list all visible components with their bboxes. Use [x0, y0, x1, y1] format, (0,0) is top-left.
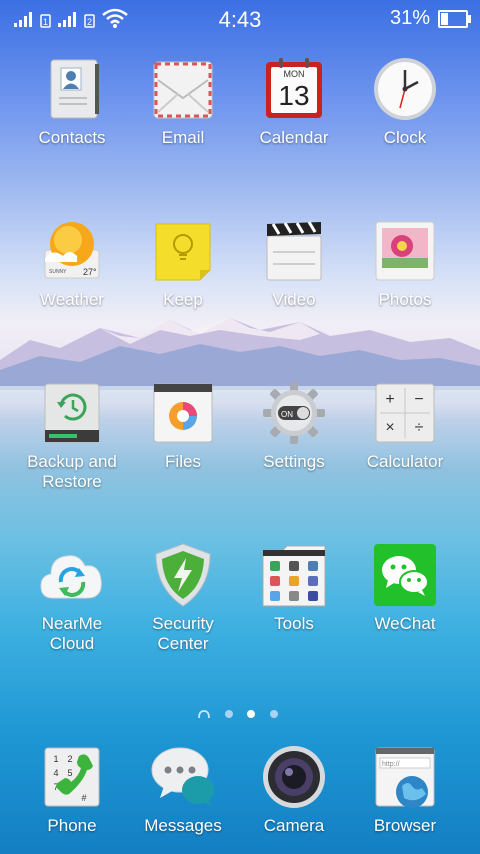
page-dot	[225, 710, 233, 718]
app-label: Security Center	[152, 614, 214, 653]
app-label: Weather	[40, 290, 104, 309]
calc-key-multiply: ×	[385, 419, 394, 436]
app-label: Settings	[263, 452, 325, 471]
weather-condition: SUNNY	[49, 269, 67, 275]
app-backup-restore[interactable]: Backup and Restore	[17, 380, 127, 492]
app-label: NearMe Cloud	[41, 614, 103, 653]
app-clock[interactable]: Clock	[350, 56, 460, 148]
calendar-day-name: MON	[284, 69, 305, 79]
status-bar: 1 2 4:43 31%	[0, 0, 480, 36]
phone-key: 2	[67, 754, 72, 764]
app-settings[interactable]: ON Settings	[239, 380, 349, 472]
app-video[interactable]: Video	[239, 218, 349, 310]
app-label: Photos	[378, 290, 432, 309]
camera-icon	[261, 744, 327, 810]
calendar-icon: MON 13	[261, 56, 327, 122]
security-icon	[150, 542, 216, 608]
app-label: Video	[272, 290, 316, 309]
calc-key-plus: +	[385, 391, 394, 408]
weather-temp: 27°	[83, 267, 97, 277]
phone-key: 5	[67, 768, 72, 778]
calc-key-divide: ÷	[415, 419, 424, 436]
tools-icon	[261, 542, 327, 608]
home-page-indicator-icon	[198, 710, 210, 719]
app-tools[interactable]: Tools	[239, 542, 349, 634]
app-label: WeChat	[374, 614, 436, 633]
phone-icon: 1 2 4 5 7 8 #	[39, 744, 105, 810]
app-nearme-cloud[interactable]: NearMe Cloud	[17, 542, 127, 654]
app-label: Contacts	[38, 128, 106, 147]
app-wechat[interactable]: WeChat	[350, 542, 460, 634]
app-label: Keep	[163, 290, 203, 309]
page-indicator[interactable]	[0, 706, 480, 722]
home-screen: 1 2 4:43 31% Contacts Email MON 13 Calen…	[0, 0, 480, 854]
calc-key-minus: −	[414, 391, 423, 408]
cloud-icon	[39, 542, 105, 608]
app-email[interactable]: Email	[128, 56, 238, 148]
settings-toggle-text: ON	[281, 410, 293, 419]
app-label: Clock	[383, 128, 427, 147]
calendar-day-number: 13	[278, 80, 309, 111]
app-keep[interactable]: Keep	[128, 218, 238, 310]
app-security-center[interactable]: Security Center	[128, 542, 238, 654]
phone-key: 4	[53, 768, 58, 778]
app-label: Files	[165, 452, 201, 471]
app-calendar[interactable]: MON 13 Calendar	[239, 56, 349, 148]
video-icon	[261, 218, 327, 284]
battery-percent: 31%	[389, 7, 430, 29]
app-calculator[interactable]: + − × ÷ Calculator	[350, 380, 460, 472]
app-label: Calculator	[366, 452, 444, 471]
settings-icon: ON	[261, 380, 327, 446]
backup-icon	[39, 380, 105, 446]
calculator-icon: + − × ÷	[372, 380, 438, 446]
app-label: Email	[161, 128, 205, 147]
browser-url-text: http://	[382, 761, 400, 768]
phone-key: 1	[53, 754, 58, 764]
dock-phone[interactable]: 1 2 4 5 7 8 # Phone	[17, 744, 127, 836]
files-icon	[150, 380, 216, 446]
page-dot	[270, 710, 278, 718]
phone-key: #	[81, 793, 86, 803]
app-label: Backup and Restore	[27, 452, 117, 491]
photos-icon	[372, 218, 438, 284]
wechat-icon	[372, 542, 438, 608]
app-label: Messages	[144, 816, 222, 835]
battery-icon	[438, 10, 471, 28]
email-icon	[150, 56, 216, 122]
page-dot-active	[247, 710, 255, 718]
battery-fill	[441, 13, 448, 25]
dock-camera[interactable]: Camera	[239, 744, 349, 836]
app-label: Camera	[263, 816, 325, 835]
app-weather[interactable]: SUNNY 27° Weather	[17, 218, 127, 310]
app-contacts[interactable]: Contacts	[17, 56, 127, 148]
app-label: Calendar	[259, 128, 329, 147]
dock-messages[interactable]: Messages	[128, 744, 238, 836]
app-label: Phone	[47, 816, 97, 835]
app-photos[interactable]: Photos	[350, 218, 460, 310]
clock-icon	[372, 56, 438, 122]
app-label: Browser	[373, 816, 437, 835]
weather-icon: SUNNY 27°	[39, 218, 105, 284]
keep-icon	[150, 218, 216, 284]
app-files[interactable]: Files	[128, 380, 238, 472]
messages-icon	[150, 744, 216, 810]
dock-browser[interactable]: http:// Browser	[350, 744, 460, 836]
browser-icon: http://	[372, 744, 438, 810]
app-label: Tools	[274, 614, 314, 633]
contacts-icon	[39, 56, 105, 122]
